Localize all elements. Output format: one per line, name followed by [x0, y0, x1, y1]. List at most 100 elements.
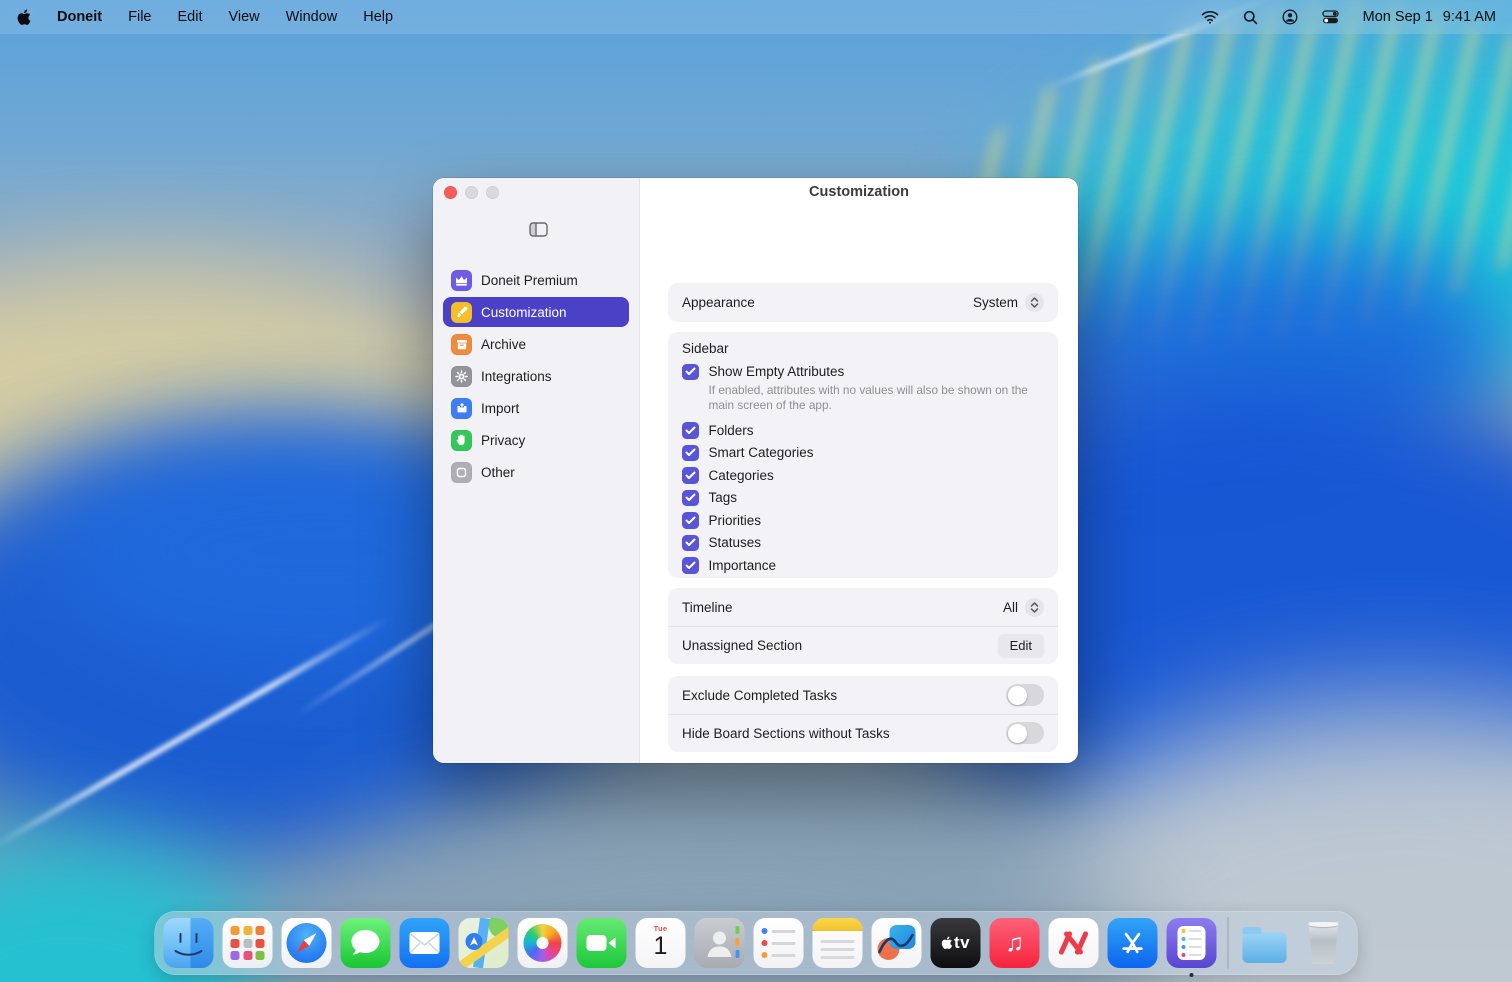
- sidebar-item-customization[interactable]: Customization: [443, 297, 629, 327]
- menu-item-edit[interactable]: Edit: [177, 9, 202, 25]
- wifi-icon[interactable]: [1201, 10, 1219, 24]
- exclude-completed-tasks-toggle[interactable]: [1006, 684, 1044, 706]
- unassigned-section-label: Unassigned Section: [682, 638, 802, 653]
- clock-time: 9:41 AM: [1443, 9, 1496, 25]
- control-center-icon[interactable]: [1322, 10, 1339, 24]
- close-button[interactable]: [444, 186, 457, 199]
- chevron-up-down-icon: [1025, 598, 1044, 617]
- sidebar-item-archive[interactable]: Archive: [443, 329, 629, 359]
- music-dock-icon[interactable]: ♫: [990, 918, 1040, 968]
- gear-icon: [451, 366, 472, 387]
- photos-dock-icon[interactable]: [518, 918, 568, 968]
- checkbox-checked-icon[interactable]: [682, 422, 699, 439]
- edit-button[interactable]: Edit: [998, 634, 1044, 657]
- option-categories[interactable]: Categories: [682, 467, 1044, 484]
- freeform-dock-icon[interactable]: [872, 918, 922, 968]
- sidebar-toggle-icon[interactable]: [529, 222, 548, 242]
- folder-dock-icon[interactable]: [1240, 918, 1290, 968]
- hand-icon: [451, 430, 472, 451]
- menu-clock[interactable]: Mon Sep 1 9:41 AM: [1363, 9, 1496, 25]
- menu-item-view[interactable]: View: [228, 9, 259, 25]
- finder-dock-icon[interactable]: [164, 918, 214, 968]
- spotlight-search-icon[interactable]: [1243, 10, 1258, 25]
- option-label: Tags: [709, 489, 738, 506]
- mail-dock-icon[interactable]: [400, 918, 450, 968]
- option-smart-categories[interactable]: Smart Categories: [682, 444, 1044, 461]
- trash-dock-icon[interactable]: [1299, 918, 1349, 968]
- safari-dock-icon[interactable]: [282, 918, 332, 968]
- launchpad-dock-icon[interactable]: [223, 918, 273, 968]
- option-label: Statuses: [709, 534, 762, 551]
- notes-dock-icon[interactable]: [813, 918, 863, 968]
- reminders-dock-icon[interactable]: [754, 918, 804, 968]
- sidebar-item-doneit-premium[interactable]: Doneit Premium: [443, 265, 629, 295]
- option-show-empty-attributes[interactable]: Show Empty Attributes If enabled, attrib…: [682, 363, 1044, 416]
- checkbox-checked-icon[interactable]: [682, 512, 699, 529]
- doneit-dock-icon[interactable]: [1167, 918, 1217, 968]
- square-icon: [451, 462, 472, 483]
- calendar-day: 1: [654, 933, 668, 959]
- timeline-select[interactable]: All: [1003, 598, 1044, 617]
- sidebar-item-label: Other: [481, 465, 515, 480]
- calendar-dock-icon[interactable]: Tue 1: [636, 918, 686, 968]
- sidebar-item-other[interactable]: Other: [443, 457, 629, 487]
- sidebar-item-label: Archive: [481, 337, 526, 352]
- timeline-group: Timeline All Unassigned Section Edit: [668, 588, 1058, 664]
- option-folders[interactable]: Folders: [682, 422, 1044, 439]
- sidebar-item-label: Customization: [481, 305, 567, 320]
- messages-dock-icon[interactable]: [341, 918, 391, 968]
- checkbox-checked-icon[interactable]: [682, 490, 699, 507]
- sidebar-item-import[interactable]: Import: [443, 393, 629, 423]
- crown-icon: [451, 270, 472, 291]
- window-title: Customization: [640, 184, 1078, 200]
- maps-dock-icon[interactable]: [459, 918, 509, 968]
- sidebar-item-privacy[interactable]: Privacy: [443, 425, 629, 455]
- option-label: Smart Categories: [709, 444, 814, 461]
- sidebar-item-label: Import: [481, 401, 519, 416]
- sidebar-group-header: Sidebar: [682, 341, 1044, 356]
- checkbox-checked-icon[interactable]: [682, 467, 699, 484]
- apple-tv-label: tv: [954, 933, 970, 953]
- import-box-icon: [451, 398, 472, 419]
- dock-divider: [1228, 917, 1229, 969]
- appearance-value: System: [973, 295, 1018, 310]
- menu-item-window[interactable]: Window: [286, 9, 338, 25]
- appearance-group: Appearance System: [668, 283, 1058, 322]
- sidebar-options-group: Sidebar Show Empty Attributes If enabled…: [668, 332, 1058, 578]
- sidebar-item-integrations[interactable]: Integrations: [443, 361, 629, 391]
- checkbox-checked-icon[interactable]: [682, 557, 699, 574]
- facetime-dock-icon[interactable]: [577, 918, 627, 968]
- checkbox-checked-icon[interactable]: [682, 364, 699, 381]
- user-account-icon[interactable]: [1282, 9, 1298, 25]
- option-description: If enabled, attributes with no values wi…: [709, 383, 1044, 412]
- appearance-select[interactable]: System: [973, 293, 1044, 312]
- hide-board-sections-toggle[interactable]: [1006, 722, 1044, 744]
- option-label: Importance: [709, 557, 777, 574]
- option-priorities[interactable]: Priorities: [682, 512, 1044, 529]
- menu-item-file[interactable]: File: [128, 9, 151, 25]
- archive-box-icon: [451, 334, 472, 355]
- menu-app-name[interactable]: Doneit: [57, 9, 102, 25]
- app-store-dock-icon[interactable]: [1108, 918, 1158, 968]
- dock: Tue 1 tv ♫: [155, 911, 1358, 975]
- chevron-up-down-icon: [1025, 293, 1044, 312]
- option-statuses[interactable]: Statuses: [682, 534, 1044, 551]
- menu-item-help[interactable]: Help: [363, 9, 393, 25]
- sidebar-list: Doneit Premium Customization Archive: [433, 265, 639, 487]
- option-label: Show Empty Attributes: [709, 364, 845, 379]
- toggles-group: Exclude Completed Tasks Hide Board Secti…: [668, 676, 1058, 752]
- sidebar-item-label: Integrations: [481, 369, 552, 384]
- option-importance[interactable]: Importance: [682, 557, 1044, 574]
- option-label: Priorities: [709, 512, 762, 529]
- contacts-dock-icon[interactable]: [695, 918, 745, 968]
- option-tags[interactable]: Tags: [682, 489, 1044, 506]
- sidebar-item-label: Privacy: [481, 433, 525, 448]
- menu-bar: Doneit File Edit View Window Help: [0, 0, 1512, 34]
- checkbox-checked-icon[interactable]: [682, 445, 699, 462]
- checkbox-checked-icon[interactable]: [682, 535, 699, 552]
- apple-menu-icon[interactable]: [16, 9, 31, 26]
- settings-window: Doneit Premium Customization Archive: [433, 178, 1078, 763]
- news-dock-icon[interactable]: [1049, 918, 1099, 968]
- option-label: Categories: [709, 467, 774, 484]
- apple-tv-dock-icon[interactable]: tv: [931, 918, 981, 968]
